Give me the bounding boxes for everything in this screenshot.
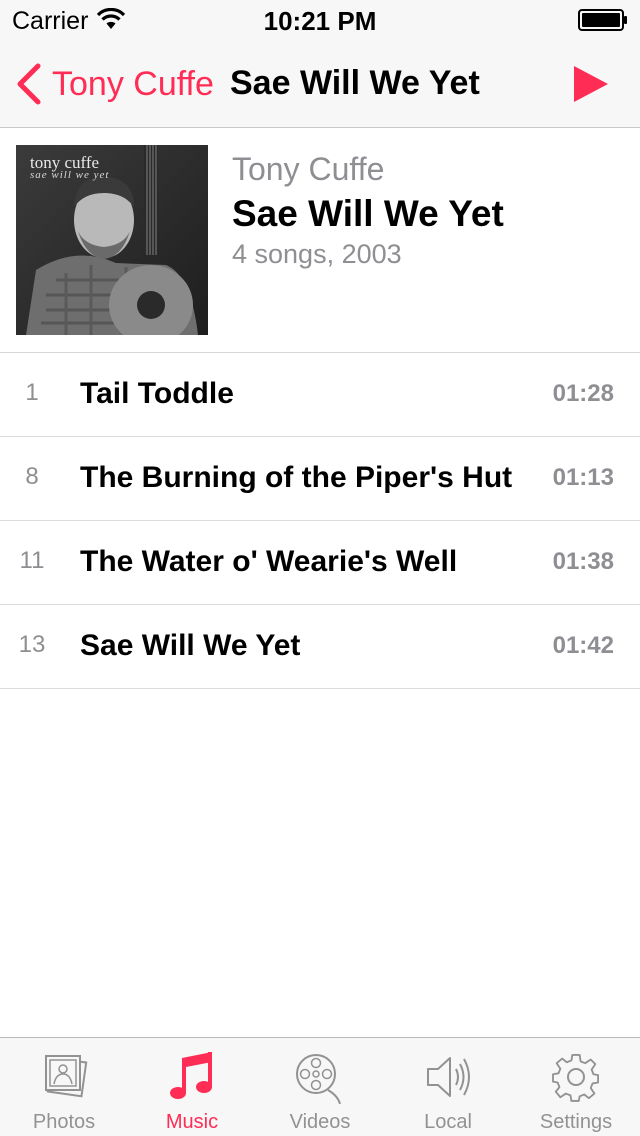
back-button[interactable]: Tony Cuffe	[14, 62, 214, 106]
track-duration: 01:28	[552, 380, 614, 407]
tab-label: Photos	[32, 1111, 96, 1133]
tab-settings[interactable]: Settings	[512, 1038, 640, 1136]
song-row[interactable]: 11 The Water o' Wearie's Well 01:38	[0, 521, 640, 605]
track-duration: 01:38	[552, 548, 614, 575]
track-title: The Water o' Wearie's Well	[80, 545, 458, 578]
song-row[interactable]: 13 Sae Will We Yet 01:42	[0, 605, 640, 689]
album-artwork: tony cuffe sae will we yet	[16, 145, 208, 335]
track-title: Tail Toddle	[80, 377, 234, 410]
gear-icon	[552, 1053, 600, 1102]
tab-local[interactable]: Local	[384, 1038, 512, 1136]
back-button-label: Tony Cuffe	[52, 64, 214, 103]
track-duration: 01:42	[552, 632, 614, 659]
track-number: 11	[19, 547, 45, 574]
artwork-title-text: sae will we yet	[30, 169, 110, 181]
chevron-left-icon	[17, 63, 41, 105]
tab-label: Music	[165, 1111, 219, 1133]
tab-label: Videos	[289, 1111, 351, 1133]
tab-music[interactable]: Music	[128, 1038, 256, 1136]
track-number: 1	[25, 379, 39, 406]
tab-bar: Photos Music Videos Local Settings	[0, 1037, 640, 1136]
track-number: 8	[25, 463, 39, 490]
song-row[interactable]: 8 The Burning of the Piper's Hut 01:13	[0, 437, 640, 521]
song-row[interactable]: 1 Tail Toddle 01:28	[0, 353, 640, 437]
track-duration: 01:13	[552, 464, 614, 491]
film-reel-icon	[296, 1054, 341, 1104]
album-title: Sae Will We Yet	[232, 193, 504, 234]
track-title: The Burning of the Piper's Hut	[80, 461, 513, 494]
music-note-icon	[170, 1052, 212, 1099]
tab-label: Local	[424, 1111, 472, 1133]
album-artist: Tony Cuffe	[232, 151, 385, 187]
play-icon[interactable]	[572, 64, 610, 104]
tab-label: Settings	[539, 1111, 613, 1133]
album-header: tony cuffe sae will we yet Tony Cuffe Sa…	[0, 129, 640, 353]
tab-photos[interactable]: Photos	[0, 1038, 128, 1136]
battery-icon	[578, 9, 627, 31]
song-list: 1 Tail Toddle 01:28 8 The Burning of the…	[0, 353, 640, 689]
album-meta: 4 songs, 2003	[232, 239, 402, 269]
status-time: 10:21 PM	[263, 6, 377, 36]
tab-videos[interactable]: Videos	[256, 1038, 384, 1136]
track-number: 13	[18, 631, 46, 658]
navigation-bar: Tony Cuffe Sae Will We Yet	[0, 40, 640, 128]
status-bar: Carrier 10:21 PM	[0, 0, 640, 40]
photos-icon	[45, 1055, 88, 1098]
track-title: Sae Will We Yet	[80, 629, 301, 662]
page-title: Sae Will We Yet	[230, 64, 480, 102]
speaker-icon	[427, 1057, 470, 1097]
